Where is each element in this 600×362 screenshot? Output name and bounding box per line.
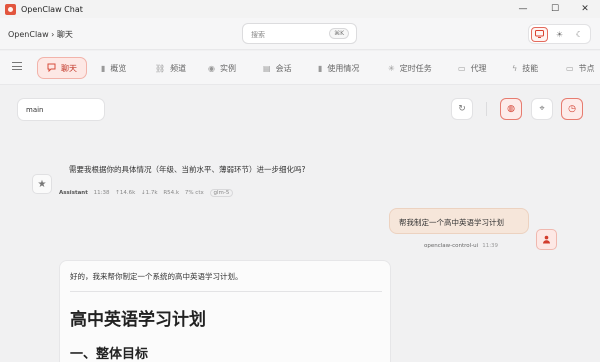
tokens-up: ↑14.6k [115, 190, 136, 196]
tab-chat[interactable]: 聊天 [37, 57, 87, 79]
clock-icon[interactable]: ◷ [561, 98, 583, 120]
nav-tabs: 聊天 ▮ 概览 ⛓ 频道 ◉ 实例 ▤ 会话 ▮ 使用情况 ✳ 定时任务 ▭ 代… [0, 51, 600, 85]
monitor-icon[interactable] [531, 26, 548, 42]
monitor-icon: ▭ [566, 63, 574, 73]
menu-icon[interactable] [12, 62, 22, 72]
divider [486, 102, 487, 116]
cache-read: R54.k [163, 190, 180, 196]
tab-label: 实例 [219, 63, 236, 73]
model-badge: glm-5 [209, 189, 234, 197]
radio-icon: ◉ [208, 63, 215, 73]
tab-label: 频道 [170, 63, 187, 73]
user-message-bubble: 帮我制定一个高中英语学习计划 [389, 208, 529, 234]
tab-cron[interactable]: ✳ 定时任务 [388, 57, 432, 79]
search-placeholder: 搜索 [251, 31, 265, 39]
sender-name: openclaw-control-ui [424, 243, 479, 249]
tab-usage[interactable]: ▮ 使用情况 [318, 57, 359, 79]
message-time: 11:39 [482, 243, 499, 249]
breadcrumb[interactable]: OpenClaw › 聊天 [8, 29, 73, 40]
search-shortcut-badge: ⌘K [329, 28, 349, 39]
tab-sessions[interactable]: ▤ 会话 [263, 57, 292, 79]
search-input[interactable]: 搜索 ⌘K [242, 23, 357, 44]
minimize-button[interactable]: — [508, 0, 538, 18]
bar-chart-icon: ▮ [101, 63, 106, 73]
tab-skills[interactable]: ϟ 技能 [512, 57, 538, 79]
moon-icon[interactable]: ☾ [571, 27, 588, 42]
chat-icon [47, 63, 56, 74]
tab-channels[interactable]: ⛓ 频道 [155, 57, 186, 79]
bolt-icon: ϟ [512, 63, 518, 73]
tab-instances[interactable]: ◉ 实例 [208, 57, 236, 79]
window-title: OpenClaw Chat [21, 4, 83, 14]
tab-nodes[interactable]: ▭ 节点 [566, 57, 595, 79]
tab-label: 节点 [578, 63, 595, 73]
header: OpenClaw › 聊天 搜索 ⌘K ☀ ☾ [0, 18, 600, 50]
tokens-down: ↓1.7k [141, 190, 158, 196]
maximize-button[interactable]: ☐ [540, 0, 570, 18]
tab-label: 定时任务 [399, 63, 432, 73]
tab-label: 概览 [110, 63, 127, 73]
theme-switcher: ☀ ☾ [528, 24, 591, 44]
divider [70, 291, 382, 292]
reply-heading-1: 高中英语学习计划 [70, 310, 206, 330]
refresh-icon[interactable]: ↻ [451, 98, 473, 120]
assistant-message-meta: Assistant 11:38 ↑14.6k ↓1.7k R54.k 7% ct… [59, 189, 237, 197]
title-bar: OpenClaw Chat — ☐ ✕ [0, 0, 600, 18]
tab-label: 技能 [522, 63, 539, 73]
user-message-meta: openclaw-control-ui 11:39 [424, 243, 498, 249]
tab-agents[interactable]: ▭ 代理 [458, 57, 487, 79]
tab-label: 会话 [275, 63, 292, 73]
session-select[interactable]: main [17, 98, 105, 121]
brain-icon[interactable]: ◍ [500, 98, 522, 120]
loader-icon: ✳ [388, 63, 395, 73]
tab-label: 聊天 [61, 63, 77, 73]
sun-icon[interactable]: ☀ [551, 27, 568, 42]
tab-label: 代理 [470, 63, 487, 73]
link-icon: ⛓ [155, 63, 166, 73]
tab-overview[interactable]: ▮ 概览 [101, 57, 126, 79]
close-button[interactable]: ✕ [570, 0, 600, 18]
usage-icon: ▮ [318, 63, 323, 73]
tab-label: 使用情况 [327, 63, 360, 73]
assistant-message-text: 需要我根据你的具体情况（年级、当前水平、薄弱环节）进一步细化吗? [69, 165, 306, 174]
assistant-reply-card: 好的，我来帮你制定一个系统的高中英语学习计划。 高中英语学习计划 一、整体目标 [59, 260, 391, 362]
assistant-avatar-star-icon: ★ [32, 174, 52, 194]
app-logo-icon [5, 3, 16, 15]
reply-heading-2: 一、整体目标 [70, 347, 149, 362]
focus-icon[interactable]: ⌖ [531, 98, 553, 120]
document-icon: ▤ [263, 63, 271, 73]
folder-icon: ▭ [458, 63, 466, 73]
reply-intro: 好的，我来帮你制定一个系统的高中英语学习计划。 [70, 272, 243, 281]
sender-name: Assistant [59, 190, 88, 196]
context-usage: 7% ctx [184, 190, 204, 196]
message-time: 11:38 [93, 190, 110, 196]
user-avatar-person-icon [536, 229, 557, 250]
